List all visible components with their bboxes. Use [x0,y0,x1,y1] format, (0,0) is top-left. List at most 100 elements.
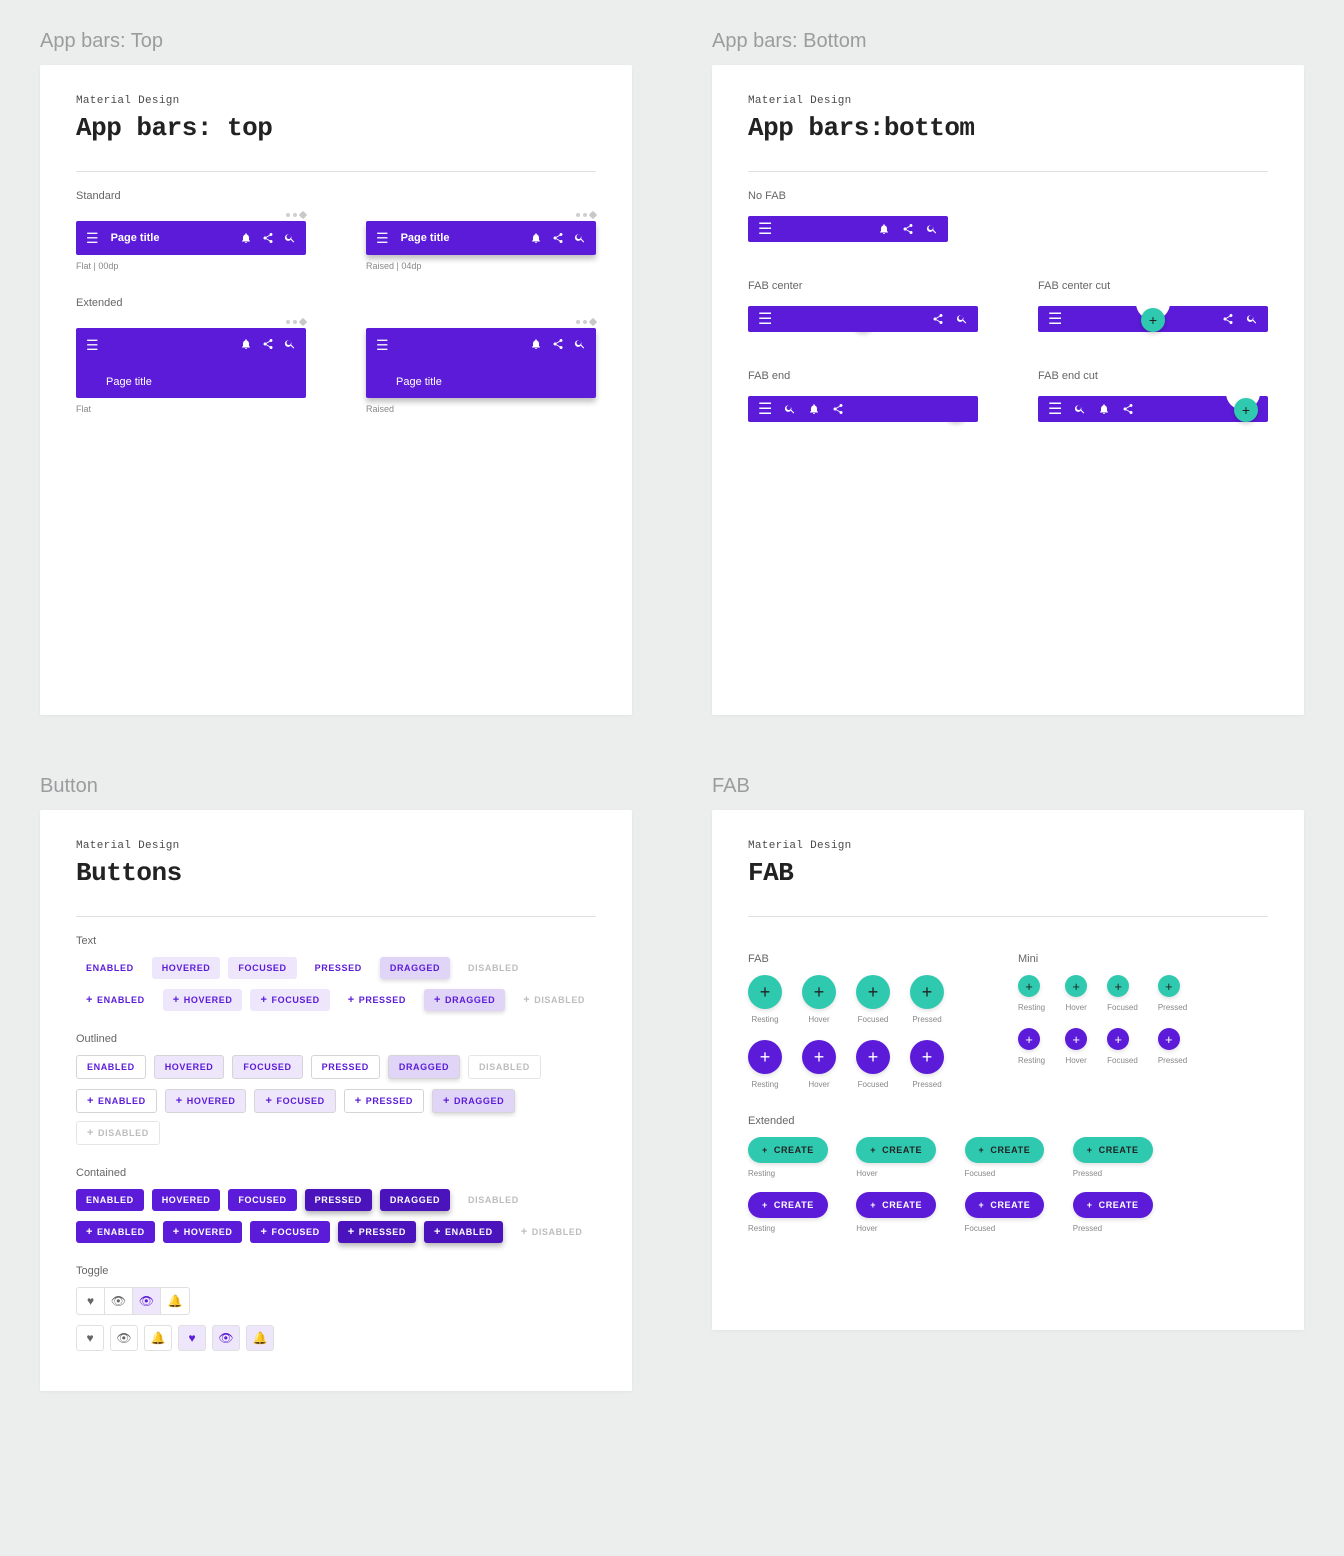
fab-purple-focused[interactable]: + [856,1040,890,1074]
text-button-enabled[interactable]: ENABLED [76,957,144,979]
toggle-eye[interactable]: 👁 [110,1325,138,1351]
search-icon[interactable] [1074,403,1086,415]
ext-fab-purple-resting[interactable]: +CREATE [748,1192,828,1218]
contained-button-enabled[interactable]: ENABLED [76,1189,144,1211]
search-icon[interactable] [284,338,296,350]
appbar-extended-raised[interactable]: ☰ Page title [366,328,596,398]
bottombar-fab-center[interactable]: ☰ [748,306,978,332]
contained-button-icon-enabled2[interactable]: +ENABLED [424,1221,503,1243]
mini-fab-purple-hover[interactable]: + [1065,1028,1087,1050]
outlined-button-icon-hovered[interactable]: +HOVERED [165,1089,247,1113]
fab-purple-resting[interactable]: + [748,1040,782,1074]
fab-hover[interactable]: + [802,975,836,1009]
appbar-standard-flat[interactable]: ☰ Page title [76,221,306,255]
share-icon[interactable] [262,232,274,244]
contained-button-focused[interactable]: FOCUSED [228,1189,296,1211]
toggle-bell[interactable]: 🔔 [144,1325,172,1351]
text-button-focused[interactable]: FOCUSED [228,957,296,979]
bottombar-nofab[interactable]: ☰ [748,216,948,242]
ext-fab-resting[interactable]: +CREATE [748,1137,828,1163]
mini-fab-purple-focused[interactable]: + [1107,1028,1129,1050]
text-button-icon-hovered[interactable]: +HOVERED [163,989,243,1011]
bell-icon[interactable] [530,338,542,350]
ext-fab-focused[interactable]: +CREATE [965,1137,1045,1163]
toggle-eye-selected[interactable]: 👁 [133,1288,161,1314]
text-button-hovered[interactable]: HOVERED [152,957,221,979]
share-icon[interactable] [1222,313,1234,325]
search-icon[interactable] [956,313,968,325]
outlined-button-dragged[interactable]: DRAGGED [388,1055,460,1079]
outlined-button-icon-pressed[interactable]: +PRESSED [344,1089,424,1113]
text-button-pressed[interactable]: PRESSED [305,957,372,979]
ext-fab-hover[interactable]: +CREATE [856,1137,936,1163]
contained-button-hovered[interactable]: HOVERED [152,1189,221,1211]
fab-purple-hover[interactable]: + [802,1040,836,1074]
share-icon[interactable] [552,338,564,350]
outlined-button-icon-dragged[interactable]: +DRAGGED [432,1089,515,1113]
appbar-standard-raised[interactable]: ☰ Page title [366,221,596,255]
bell-icon[interactable] [808,403,820,415]
menu-icon[interactable]: ☰ [758,399,772,419]
outlined-button-focused[interactable]: FOCUSED [232,1055,302,1079]
contained-button-icon-hovered[interactable]: +HOVERED [163,1221,243,1243]
search-icon[interactable] [1246,313,1258,325]
toggle-heart-selected[interactable]: ♥ [178,1325,206,1351]
ext-fab-purple-pressed[interactable]: +CREATE [1073,1192,1153,1218]
share-icon[interactable] [902,223,914,235]
search-icon[interactable] [574,232,586,244]
contained-button-icon-pressed[interactable]: +PRESSED [338,1221,416,1243]
text-button-icon-focused[interactable]: +FOCUSED [250,989,329,1011]
share-icon[interactable] [552,232,564,244]
share-icon[interactable] [832,403,844,415]
text-button-icon-dragged[interactable]: +DRAGGED [424,989,505,1011]
fab-pressed[interactable]: + [910,975,944,1009]
menu-icon[interactable]: ☰ [1048,309,1062,329]
contained-button-dragged[interactable]: DRAGGED [380,1189,450,1211]
mini-fab-purple-pressed[interactable]: + [1158,1028,1180,1050]
outlined-button-pressed[interactable]: PRESSED [311,1055,380,1079]
toggle-bell-selected[interactable]: 🔔 [246,1325,274,1351]
outlined-button-enabled[interactable]: ENABLED [76,1055,146,1079]
contained-button-icon-enabled[interactable]: +ENABLED [76,1221,155,1243]
ext-fab-purple-focused[interactable]: +CREATE [965,1192,1045,1218]
bell-icon[interactable] [530,232,542,244]
share-icon[interactable] [1122,403,1134,415]
search-icon[interactable] [784,403,796,415]
fab-button[interactable]: + [1234,398,1258,422]
share-icon[interactable] [262,338,274,350]
fab-focused[interactable]: + [856,975,890,1009]
fab-resting[interactable]: + [748,975,782,1009]
contained-button-pressed[interactable]: PRESSED [305,1189,372,1211]
menu-icon[interactable]: ☰ [376,337,389,353]
appbar-extended-flat[interactable]: ☰ Page title [76,328,306,398]
mini-fab-focused[interactable]: + [1107,975,1129,997]
outlined-button-icon-enabled[interactable]: +ENABLED [76,1089,157,1113]
bell-icon[interactable] [878,223,890,235]
menu-icon[interactable]: ☰ [86,231,99,245]
outlined-button-icon-focused[interactable]: +FOCUSED [254,1089,335,1113]
outlined-button-hovered[interactable]: HOVERED [154,1055,225,1079]
toggle-heart[interactable]: ♥ [76,1325,104,1351]
bell-icon[interactable] [1098,403,1110,415]
search-icon[interactable] [926,223,938,235]
toggle-heart[interactable]: ♥ [77,1288,105,1314]
mini-fab-resting[interactable]: + [1018,975,1040,997]
mini-fab-purple-resting[interactable]: + [1018,1028,1040,1050]
menu-icon[interactable]: ☰ [758,219,772,239]
bell-icon[interactable] [240,338,252,350]
bottombar-fab-end[interactable]: ☰ [748,396,978,422]
toggle-bell[interactable]: 🔔 [161,1288,189,1314]
ext-fab-purple-hover[interactable]: +CREATE [856,1192,936,1218]
text-button-icon-enabled[interactable]: +ENABLED [76,989,155,1011]
menu-icon[interactable]: ☰ [1048,399,1062,419]
search-icon[interactable] [574,338,586,350]
share-icon[interactable] [932,313,944,325]
bell-icon[interactable] [240,232,252,244]
text-button-icon-pressed[interactable]: +PRESSED [338,989,416,1011]
text-button-dragged[interactable]: DRAGGED [380,957,450,979]
mini-fab-pressed[interactable]: + [1158,975,1180,997]
fab-purple-pressed[interactable]: + [910,1040,944,1074]
search-icon[interactable] [284,232,296,244]
ext-fab-pressed[interactable]: +CREATE [1073,1137,1153,1163]
mini-fab-hover[interactable]: + [1065,975,1087,997]
